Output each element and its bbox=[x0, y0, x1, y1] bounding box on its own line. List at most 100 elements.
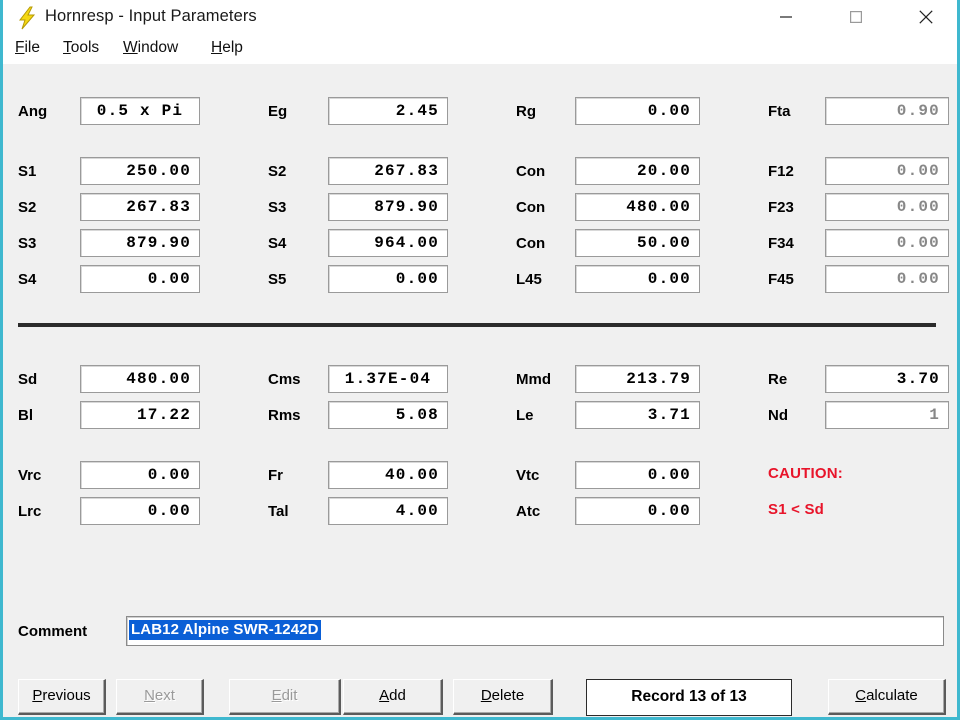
lower-label-vtc-22: Vtc bbox=[516, 467, 540, 484]
upper-field-rg-20[interactable]: 0.00 bbox=[575, 97, 700, 125]
lower-field-vtc-22[interactable]: 0.00 bbox=[575, 461, 700, 489]
field-value: 0.00 bbox=[395, 270, 439, 288]
upper-field-f45-34: 0.00 bbox=[825, 265, 949, 293]
upper-field-s1-01[interactable]: 250.00 bbox=[80, 157, 200, 185]
lower-field-atc-23[interactable]: 0.00 bbox=[575, 497, 700, 525]
field-value: 0.00 bbox=[147, 502, 191, 520]
upper-label-f45-34: F45 bbox=[768, 271, 794, 288]
upper-label-l45-24: L45 bbox=[516, 271, 542, 288]
close-button[interactable] bbox=[903, 0, 949, 34]
upper-field-con-22[interactable]: 480.00 bbox=[575, 193, 700, 221]
delete-button[interactable]: Delete bbox=[453, 679, 553, 715]
comment-value: LAB12 Alpine SWR-1242D bbox=[129, 620, 321, 640]
field-value: 1.37E-04 bbox=[344, 370, 432, 388]
close-icon bbox=[919, 10, 933, 24]
field-value: 250.00 bbox=[126, 162, 191, 180]
lower-field-rms-11[interactable]: 5.08 bbox=[328, 401, 448, 429]
field-value: 50.00 bbox=[636, 234, 691, 252]
lower-field-lrc-03[interactable]: 0.00 bbox=[80, 497, 200, 525]
upper-label-s5-14: S5 bbox=[268, 271, 287, 288]
lower-label-le-21: Le bbox=[516, 407, 534, 424]
field-value: 4.00 bbox=[395, 502, 439, 520]
lower-field-re-30[interactable]: 3.70 bbox=[825, 365, 949, 393]
upper-field-s3-12[interactable]: 879.90 bbox=[328, 193, 448, 221]
upper-label-s2-11: S2 bbox=[268, 163, 287, 180]
field-value: 0.00 bbox=[647, 466, 691, 484]
field-value: 267.83 bbox=[126, 198, 191, 216]
field-value: 17.22 bbox=[136, 406, 191, 424]
lower-label-vrc-02: Vrc bbox=[18, 467, 42, 484]
record-counter-panel[interactable]: Record 13 of 13 bbox=[586, 679, 792, 716]
upper-field-ang-00[interactable]: 0.5 x Pi bbox=[80, 97, 200, 125]
upper-field-con-23[interactable]: 50.00 bbox=[575, 229, 700, 257]
upper-field-s4-13[interactable]: 964.00 bbox=[328, 229, 448, 257]
upper-field-l45-24[interactable]: 0.00 bbox=[575, 265, 700, 293]
caution-message: S1 < Sd bbox=[768, 501, 825, 518]
lower-field-tal-13[interactable]: 4.00 bbox=[328, 497, 448, 525]
lower-field-vrc-02[interactable]: 0.00 bbox=[80, 461, 200, 489]
upper-field-s2-02[interactable]: 267.83 bbox=[80, 193, 200, 221]
edit-button[interactable]: Edit bbox=[229, 679, 341, 715]
upper-field-eg-10[interactable]: 2.45 bbox=[328, 97, 448, 125]
upper-field-s4-04[interactable]: 0.00 bbox=[80, 265, 200, 293]
field-value: 0.00 bbox=[896, 198, 940, 216]
window-title: Hornresp - Input Parameters bbox=[45, 7, 257, 25]
upper-label-f23-32: F23 bbox=[768, 199, 794, 216]
lower-label-atc-23: Atc bbox=[516, 503, 541, 520]
upper-field-s2-11[interactable]: 267.83 bbox=[328, 157, 448, 185]
previous-button[interactable]: Previous bbox=[18, 679, 106, 715]
upper-label-s2-02: S2 bbox=[18, 199, 37, 216]
upper-field-fta-30: 0.90 bbox=[825, 97, 949, 125]
lower-field-bl-01[interactable]: 17.22 bbox=[80, 401, 200, 429]
upper-label-con-23: Con bbox=[516, 235, 546, 252]
caution-title: CAUTION: bbox=[768, 465, 843, 482]
add-button[interactable]: Add bbox=[343, 679, 443, 715]
field-value: 20.00 bbox=[636, 162, 691, 180]
upper-label-s1-01: S1 bbox=[18, 163, 37, 180]
menu-item-file[interactable]: File bbox=[15, 39, 40, 57]
lower-label-lrc-03: Lrc bbox=[18, 503, 42, 520]
minimize-button[interactable] bbox=[763, 0, 809, 34]
lower-field-le-21[interactable]: 3.71 bbox=[575, 401, 700, 429]
maximize-button[interactable] bbox=[833, 0, 879, 34]
maximize-icon bbox=[850, 11, 862, 23]
field-value: 480.00 bbox=[126, 370, 191, 388]
calculate-button[interactable]: Calculate bbox=[828, 679, 946, 715]
field-value: 0.00 bbox=[147, 270, 191, 288]
field-value: 0.00 bbox=[647, 502, 691, 520]
menu-item-window[interactable]: Window bbox=[123, 39, 178, 57]
lower-label-bl-01: Bl bbox=[18, 407, 33, 424]
menu-item-tools[interactable]: Tools bbox=[63, 39, 99, 57]
title-bar[interactable]: Hornresp - Input Parameters bbox=[3, 0, 957, 37]
field-value: 964.00 bbox=[374, 234, 439, 252]
lower-field-sd-00[interactable]: 480.00 bbox=[80, 365, 200, 393]
lower-field-cms-10[interactable]: 1.37E-04 bbox=[328, 365, 448, 393]
upper-label-s3-12: S3 bbox=[268, 199, 287, 216]
upper-field-f34-33: 0.00 bbox=[825, 229, 949, 257]
field-value: 0.00 bbox=[647, 102, 691, 120]
comment-input[interactable]: LAB12 Alpine SWR-1242D bbox=[126, 616, 944, 646]
upper-field-con-21[interactable]: 20.00 bbox=[575, 157, 700, 185]
upper-label-eg-10: Eg bbox=[268, 103, 288, 120]
upper-label-rg-20: Rg bbox=[516, 103, 536, 120]
upper-field-s3-03[interactable]: 879.90 bbox=[80, 229, 200, 257]
field-value: 480.00 bbox=[626, 198, 691, 216]
next-button[interactable]: Next bbox=[116, 679, 204, 715]
lower-label-sd-00: Sd bbox=[18, 371, 38, 388]
lower-field-nd-31: 1 bbox=[825, 401, 949, 429]
field-value: 40.00 bbox=[384, 466, 439, 484]
app-window: Hornresp - Input Parameters File Tools W… bbox=[0, 0, 960, 720]
field-value: 1 bbox=[929, 406, 940, 424]
upper-label-ang-00: Ang bbox=[18, 103, 48, 120]
field-value: 2.45 bbox=[395, 102, 439, 120]
lower-field-fr-12[interactable]: 40.00 bbox=[328, 461, 448, 489]
upper-label-s3-03: S3 bbox=[18, 235, 37, 252]
upper-field-s5-14[interactable]: 0.00 bbox=[328, 265, 448, 293]
field-value: 3.70 bbox=[896, 370, 940, 388]
field-value: 5.08 bbox=[395, 406, 439, 424]
lower-field-mmd-20[interactable]: 213.79 bbox=[575, 365, 700, 393]
menu-item-help[interactable]: Help bbox=[211, 39, 243, 57]
upper-label-s4-13: S4 bbox=[268, 235, 287, 252]
menu-bar: File Tools Window Help bbox=[3, 36, 957, 64]
upper-label-con-22: Con bbox=[516, 199, 546, 216]
